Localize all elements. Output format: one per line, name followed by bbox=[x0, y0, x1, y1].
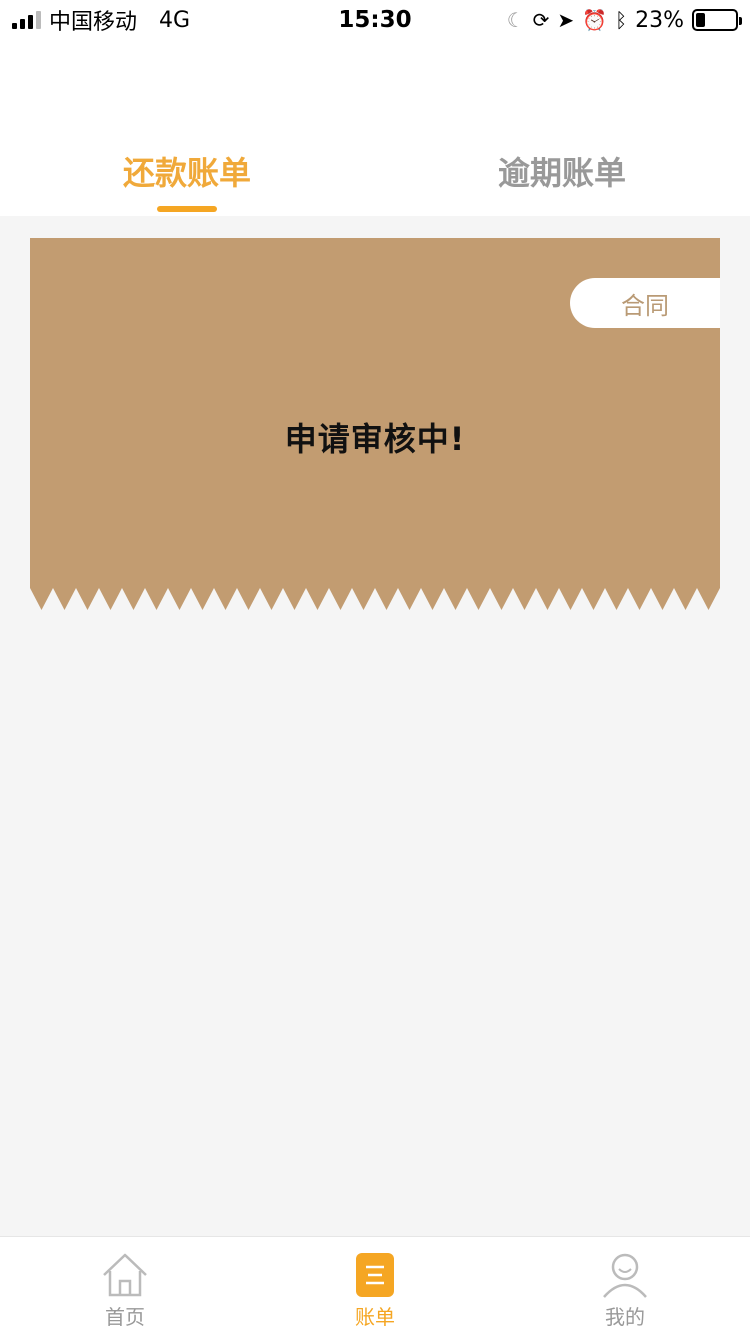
status-right: ☾ ⟳ ➤ ⏰ ᛒ 23% bbox=[506, 7, 742, 33]
battery-fill bbox=[696, 13, 705, 27]
signal-icon bbox=[12, 11, 41, 29]
bill-card: 合同 申请审核中! bbox=[30, 238, 720, 610]
tab-repayment-bill[interactable]: 还款账单 bbox=[57, 148, 317, 194]
status-bar: 中国移动 4G 15:30 ☾ ⟳ ➤ ⏰ ᛒ 23% bbox=[0, 0, 750, 40]
location-icon: ➤ bbox=[557, 8, 575, 32]
bill-icon bbox=[356, 1253, 394, 1297]
nav-item-bill[interactable]: 账单 bbox=[250, 1237, 500, 1334]
moon-icon: ☾ bbox=[506, 8, 525, 32]
nav-item-home[interactable]: 首页 bbox=[0, 1237, 250, 1334]
tab-overdue-bill[interactable]: 逾期账单 bbox=[432, 148, 692, 194]
nav-item-profile[interactable]: 我的 bbox=[500, 1237, 750, 1334]
nav-label-bill: 账单 bbox=[355, 1305, 395, 1329]
carrier-name: 中国移动 bbox=[49, 10, 138, 35]
bluetooth-icon: ᛒ bbox=[615, 8, 628, 32]
nav-label-home: 首页 bbox=[105, 1305, 145, 1329]
alarm-icon: ⏰ bbox=[582, 8, 608, 32]
contract-button[interactable]: 合同 bbox=[570, 278, 720, 328]
home-icon bbox=[103, 1253, 147, 1297]
orientation-lock-icon: ⟳ bbox=[532, 8, 550, 32]
bill-tabs: 还款账单 逾期账单 bbox=[0, 40, 750, 216]
status-left: 中国移动 4G bbox=[12, 4, 190, 36]
battery-percent: 23% bbox=[635, 7, 684, 33]
battery-icon bbox=[692, 9, 742, 31]
bottom-navigation: 首页 账单 我的 bbox=[0, 1236, 750, 1334]
review-status-text: 申请审核中! bbox=[284, 420, 466, 458]
active-tab-indicator bbox=[157, 206, 217, 212]
network-type: 4G bbox=[159, 7, 191, 33]
profile-icon bbox=[603, 1253, 647, 1298]
nav-label-profile: 我的 bbox=[605, 1305, 645, 1329]
